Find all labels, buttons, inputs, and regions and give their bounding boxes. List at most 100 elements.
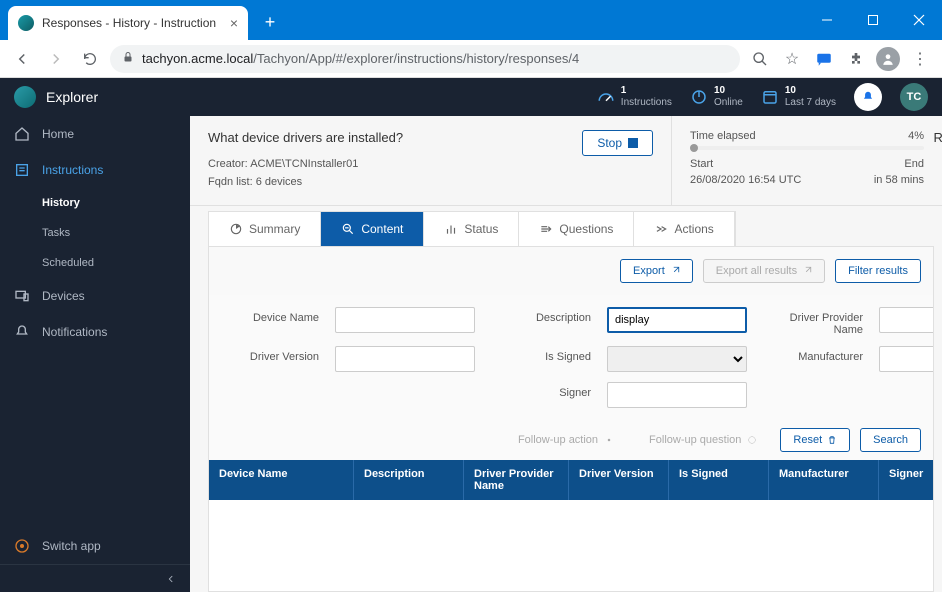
- th-description[interactable]: Description: [354, 460, 464, 500]
- status-instructions[interactable]: 1Instructions: [597, 85, 672, 109]
- tab-questions[interactable]: Questions: [519, 212, 634, 246]
- extensions-icon[interactable]: [842, 45, 870, 73]
- browser-toolbar: tachyon.acme.local/Tachyon/App/#/explore…: [0, 40, 942, 78]
- gauge-icon: [597, 88, 615, 106]
- window-controls: [804, 0, 942, 40]
- external-link-icon: [670, 266, 680, 276]
- followup-action-button: Follow-up action: [506, 428, 627, 452]
- label-device-name: Device Name: [229, 307, 319, 324]
- th-driver-provider[interactable]: Driver Provider Name: [464, 460, 569, 500]
- questions-icon: [539, 222, 553, 236]
- horizontal-scrollbar[interactable]: [209, 500, 933, 516]
- sidebar-label: Home: [42, 127, 74, 141]
- user-avatar[interactable]: TC: [900, 83, 928, 111]
- input-signer[interactable]: [607, 382, 747, 408]
- sidebar-item-instructions[interactable]: Instructions: [0, 152, 190, 188]
- followup-question-button: Follow-up question: [637, 428, 770, 452]
- new-tab-button[interactable]: +: [256, 8, 284, 36]
- input-description[interactable]: [607, 307, 747, 333]
- minimize-button[interactable]: [804, 0, 850, 40]
- bookmark-icon[interactable]: ☆: [778, 45, 806, 73]
- window-titlebar: Responses - History - Instruction × +: [0, 0, 942, 40]
- reload-button[interactable]: [76, 45, 104, 73]
- select-is-signed[interactable]: [607, 346, 747, 372]
- actions-icon: [654, 222, 668, 236]
- th-is-signed[interactable]: Is Signed: [669, 460, 769, 500]
- sidebar-sub-tasks[interactable]: Tasks: [0, 218, 190, 248]
- stop-icon: [628, 138, 638, 148]
- responses-label-cut: Response: [933, 130, 942, 145]
- main-content: Stop What device drivers are installed? …: [190, 116, 942, 592]
- bell-icon: [861, 90, 875, 104]
- menu-icon[interactable]: ⋮: [906, 45, 934, 73]
- sidebar-item-home[interactable]: Home: [0, 116, 190, 152]
- label-is-signed: Is Signed: [491, 346, 591, 363]
- label-driver-version: Driver Version: [229, 346, 319, 363]
- sidebar: Home Instructions History Tasks Schedule…: [0, 116, 190, 592]
- label-manufacturer: Manufacturer: [763, 346, 863, 363]
- sidebar-label: Instructions: [42, 163, 103, 177]
- trash-icon: [827, 435, 837, 445]
- input-device-name[interactable]: [335, 307, 475, 333]
- filter-results-button[interactable]: Filter results: [835, 259, 921, 283]
- maximize-button[interactable]: [850, 0, 896, 40]
- sidebar-sub-history[interactable]: History: [0, 188, 190, 218]
- label-signer: Signer: [491, 382, 591, 399]
- sidebar-label: Switch app: [42, 539, 101, 553]
- label-description: Description: [491, 307, 591, 324]
- app-header: Explorer 1Instructions 10Online 10Last 7…: [0, 78, 942, 116]
- stop-button[interactable]: Stop: [582, 130, 653, 156]
- tab-content[interactable]: Content: [321, 212, 424, 246]
- status-last7days[interactable]: 10Last 7 days: [761, 85, 836, 109]
- tab-actions[interactable]: Actions: [634, 212, 734, 246]
- power-icon: [690, 88, 708, 106]
- app-title: Explorer: [46, 89, 98, 105]
- content-tabs: Summary Content Status Questions Actions: [190, 206, 942, 246]
- close-tab-icon[interactable]: ×: [230, 15, 238, 31]
- sidebar-item-devices[interactable]: Devices: [0, 278, 190, 314]
- lock-icon: [122, 51, 134, 66]
- tab-summary[interactable]: Summary: [209, 212, 321, 246]
- input-manufacturer[interactable]: [879, 346, 934, 372]
- status-online[interactable]: 10Online: [690, 85, 743, 109]
- th-manufacturer[interactable]: Manufacturer: [769, 460, 879, 500]
- forward-button[interactable]: [42, 45, 70, 73]
- content-icon: [341, 222, 355, 236]
- label-driver-provider: Driver Provider Name: [763, 307, 863, 336]
- th-driver-version[interactable]: Driver Version: [569, 460, 669, 500]
- external-link-icon: [802, 266, 812, 276]
- sidebar-item-notifications[interactable]: Notifications: [0, 314, 190, 350]
- reset-button[interactable]: Reset: [780, 428, 850, 452]
- profile-icon[interactable]: [874, 45, 902, 73]
- calendar-icon: [761, 88, 779, 106]
- results-table-header: Device Name Description Driver Provider …: [209, 460, 934, 500]
- app-logo: [14, 86, 36, 108]
- input-driver-version[interactable]: [335, 346, 475, 372]
- chevron-left-icon: [166, 574, 176, 584]
- home-icon: [14, 126, 30, 142]
- zoom-icon[interactable]: [746, 45, 774, 73]
- instructions-icon: [14, 162, 30, 178]
- sidebar-label: Notifications: [42, 325, 107, 339]
- chat-icon[interactable]: [810, 45, 838, 73]
- th-signer[interactable]: Signer: [879, 460, 934, 500]
- address-bar[interactable]: tachyon.acme.local/Tachyon/App/#/explore…: [110, 45, 740, 73]
- notifications-button[interactable]: [854, 83, 882, 111]
- input-driver-provider[interactable]: [879, 307, 934, 333]
- tab-title: Responses - History - Instruction: [42, 16, 222, 30]
- url-text: tachyon.acme.local/Tachyon/App/#/explore…: [142, 51, 579, 66]
- status-icon: [444, 222, 458, 236]
- sidebar-sub-scheduled[interactable]: Scheduled: [0, 248, 190, 278]
- export-button[interactable]: Export: [620, 259, 693, 283]
- browser-tab[interactable]: Responses - History - Instruction ×: [8, 6, 248, 40]
- bell-icon: [14, 324, 30, 340]
- tab-status[interactable]: Status: [424, 212, 519, 246]
- th-device-name[interactable]: Device Name: [209, 460, 354, 500]
- search-button[interactable]: Search: [860, 428, 921, 452]
- gear-icon: [603, 435, 615, 445]
- collapse-sidebar-button[interactable]: [0, 564, 190, 592]
- back-button[interactable]: [8, 45, 36, 73]
- close-window-button[interactable]: [896, 0, 942, 40]
- switch-app-button[interactable]: Switch app: [0, 528, 190, 564]
- filter-form: Device Name Description Driver Provider …: [209, 295, 933, 420]
